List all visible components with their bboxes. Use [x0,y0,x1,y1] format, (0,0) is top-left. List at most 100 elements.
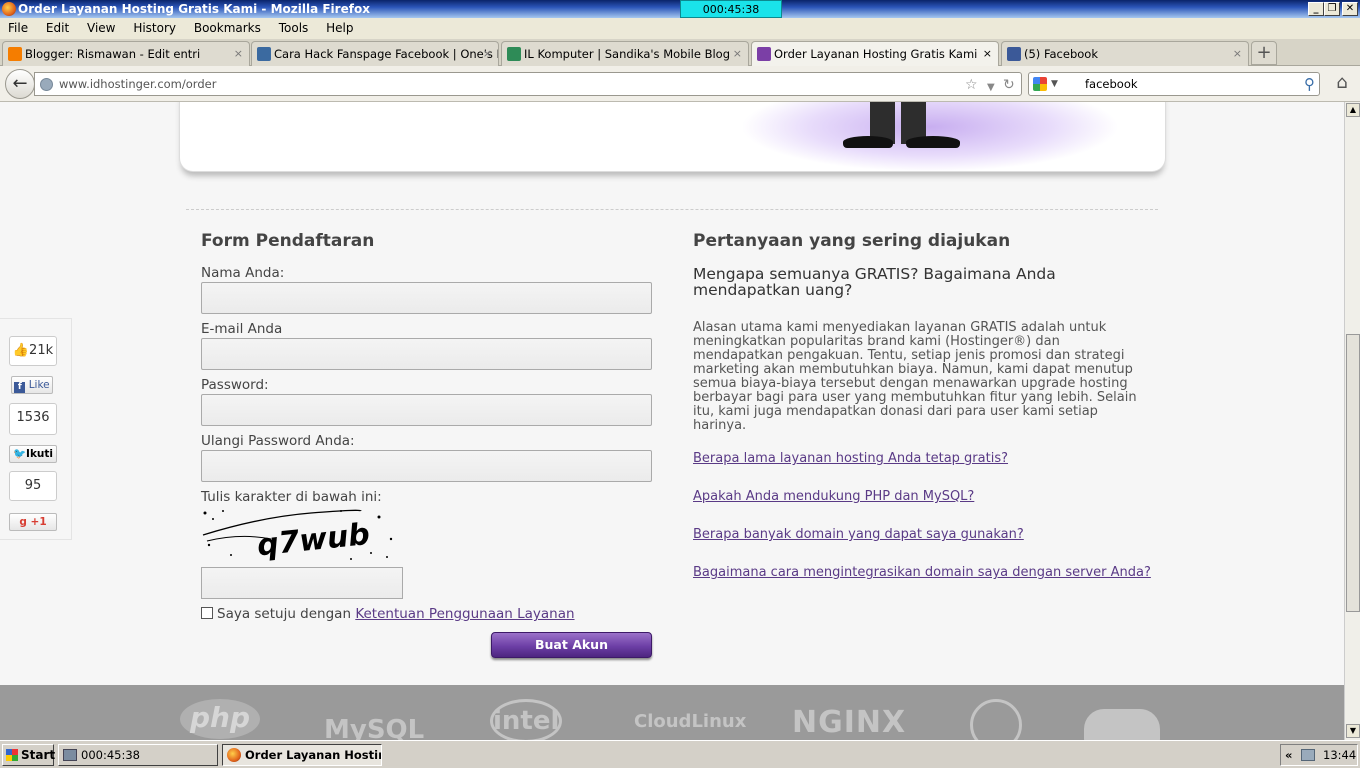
captcha-image: q7wub [202,509,393,564]
tab-il-komputer[interactable]: IL Komputer | Sandika's Mobile Blog × [501,41,749,66]
facebook-icon [1007,47,1021,61]
site-identity-icon [40,78,53,91]
clock[interactable]: 13:44 [1323,748,1356,762]
vertical-scrollbar[interactable]: ▲ ▼ [1344,102,1360,740]
menu-file[interactable]: File [0,18,34,39]
url-bar[interactable]: www.idhostinger.com/order ☆ ▼ ↻ [34,72,1022,96]
section-divider [186,209,1158,210]
taskbar-item-timer[interactable]: 000:45:38 [58,744,218,766]
new-tab-button[interactable]: + [1251,41,1277,65]
search-engine-dropdown-icon[interactable]: ▼ [1051,73,1058,95]
windows-taskbar: Start 000:45:38 Order Layanan Hostin... … [0,740,1360,768]
twitter-count: 1536 [9,403,57,435]
faq-answer: Alasan utama kami menyediakan layanan GR… [693,320,1137,433]
captcha-input[interactable] [201,567,403,599]
faq-link-domains[interactable]: Berapa banyak domain yang dapat saya gun… [693,527,1024,542]
minimize-button[interactable]: _ [1308,2,1324,16]
tab-facebook[interactable]: (5) Facebook × [1001,41,1249,66]
follow-label: Ikuti [26,448,54,460]
hero-banner [179,102,1166,172]
terms-checkbox[interactable] [201,607,213,619]
search-icon[interactable]: ⚲ [1304,73,1315,95]
search-bar[interactable]: ▼ facebook ⚲ [1028,72,1320,96]
menu-bookmarks[interactable]: Bookmarks [186,18,267,39]
start-label: Start [21,748,56,762]
tab-close-icon[interactable]: × [1233,42,1242,66]
terms-link[interactable]: Ketentuan Penggunaan Layanan [355,606,574,622]
menu-tools[interactable]: Tools [271,18,315,39]
url-path: /order [181,77,217,91]
twitter-follow-button[interactable]: 🐦Ikuti [9,445,57,463]
site-icon [257,47,271,61]
reload-icon[interactable]: ↻ [1003,74,1015,96]
cloudflare-icon [1084,709,1160,740]
bookmark-star-icon[interactable]: ☆ [965,74,978,96]
search-input[interactable]: facebook [1085,77,1138,91]
nginx-logo: NGINX [792,705,907,740]
menu-help[interactable]: Help [318,18,359,39]
faq-title: Pertanyaan yang sering diajukan [693,231,1011,251]
name-label: Nama Anda: [201,265,285,281]
scroll-down-icon[interactable]: ▼ [1346,724,1360,738]
facebook-like-count: 👍21k [9,336,57,366]
mascot-shoe [843,136,893,148]
captcha-label: Tulis karakter di bawah ini: [201,489,382,505]
home-icon[interactable]: ⌂ [1330,72,1354,96]
taskbar-item-label: 000:45:38 [81,748,140,762]
scroll-thumb[interactable] [1346,334,1360,612]
menu-view[interactable]: View [79,18,121,39]
terms-agreement: Saya setuju dengan Ketentuan Penggunaan … [201,606,575,622]
thumbs-up-icon: 👍 [12,343,30,358]
scroll-up-icon[interactable]: ▲ [1346,103,1360,117]
faq-question: Mengapa semuanya GRATIS? Bagaimana Anda … [693,265,1056,299]
timer-app-icon [63,749,77,761]
password-input[interactable] [201,394,652,426]
tab-label: Order Layanan Hosting Gratis Kami [774,47,978,61]
faq-link-php-mysql[interactable]: Apakah Anda mendukung PHP dan MySQL? [693,489,974,504]
faq-link-free-duration[interactable]: Berapa lama layanan hosting Anda tetap g… [693,451,1008,466]
create-account-button[interactable]: Buat Akun [491,632,652,658]
tab-bar: Blogger: Rismawan - Edit entri × Cara Ha… [0,39,1360,67]
tab-close-icon[interactable]: × [234,42,243,66]
start-button[interactable]: Start [2,744,56,766]
window-titlebar: Order Layanan Hosting Gratis Kami - Mozi… [0,0,1360,18]
back-button[interactable]: ← [5,69,35,99]
confirm-password-label: Ulangi Password Anda: [201,433,355,449]
faq-link-integrate-domain[interactable]: Bagaimana cara mengintegrasikan domain s… [693,565,1151,580]
tab-close-icon[interactable]: × [483,42,492,66]
window-title: Order Layanan Hosting Gratis Kami - Mozi… [18,2,370,16]
menu-edit[interactable]: Edit [38,18,75,39]
gplus-button[interactable]: g +1 [9,513,57,531]
history-dropdown-icon[interactable]: ▼ [987,77,995,99]
google-icon[interactable] [1033,77,1047,91]
plus-one-label: +1 [30,516,47,528]
hostinger-icon [757,47,771,61]
windows-logo-icon [6,749,18,761]
tab-blogger[interactable]: Blogger: Rismawan - Edit entri × [2,41,250,66]
network-icon[interactable] [1301,749,1315,761]
tab-hack-fanspage[interactable]: Cara Hack Fanspage Facebook | One's M...… [251,41,499,66]
tab-order-hosting[interactable]: Order Layanan Hosting Gratis Kami × [751,41,999,67]
confirm-password-input[interactable] [201,450,652,482]
facebook-icon: f [14,382,26,393]
close-window-button[interactable]: ✕ [1342,2,1358,16]
name-input[interactable] [201,282,652,314]
tab-label: (5) Facebook [1024,47,1098,61]
taskbar-item-firefox[interactable]: Order Layanan Hostin... [222,744,382,766]
page-viewport: Form Pendaftaran Nama Anda: E-mail Anda … [0,102,1344,740]
mascot-shoe [906,136,960,148]
captcha-text: q7wub [255,517,371,564]
mysql-logo: MySQL [324,715,425,740]
maximize-button[interactable]: ❐ [1324,2,1340,16]
email-input[interactable] [201,338,652,370]
tab-close-icon[interactable]: × [983,42,992,66]
tab-close-icon[interactable]: × [733,42,742,66]
facebook-like-button[interactable]: f Like [11,376,53,394]
like-label: Like [28,379,50,391]
tab-label: Blogger: Rismawan - Edit entri [25,47,201,61]
tab-label: IL Komputer | Sandika's Mobile Blog [524,47,730,61]
intel-logo: intel [490,699,562,740]
taskbar-item-label: Order Layanan Hostin... [245,748,381,762]
tray-expand-icon[interactable]: « [1285,745,1292,765]
menu-history[interactable]: History [125,18,182,39]
